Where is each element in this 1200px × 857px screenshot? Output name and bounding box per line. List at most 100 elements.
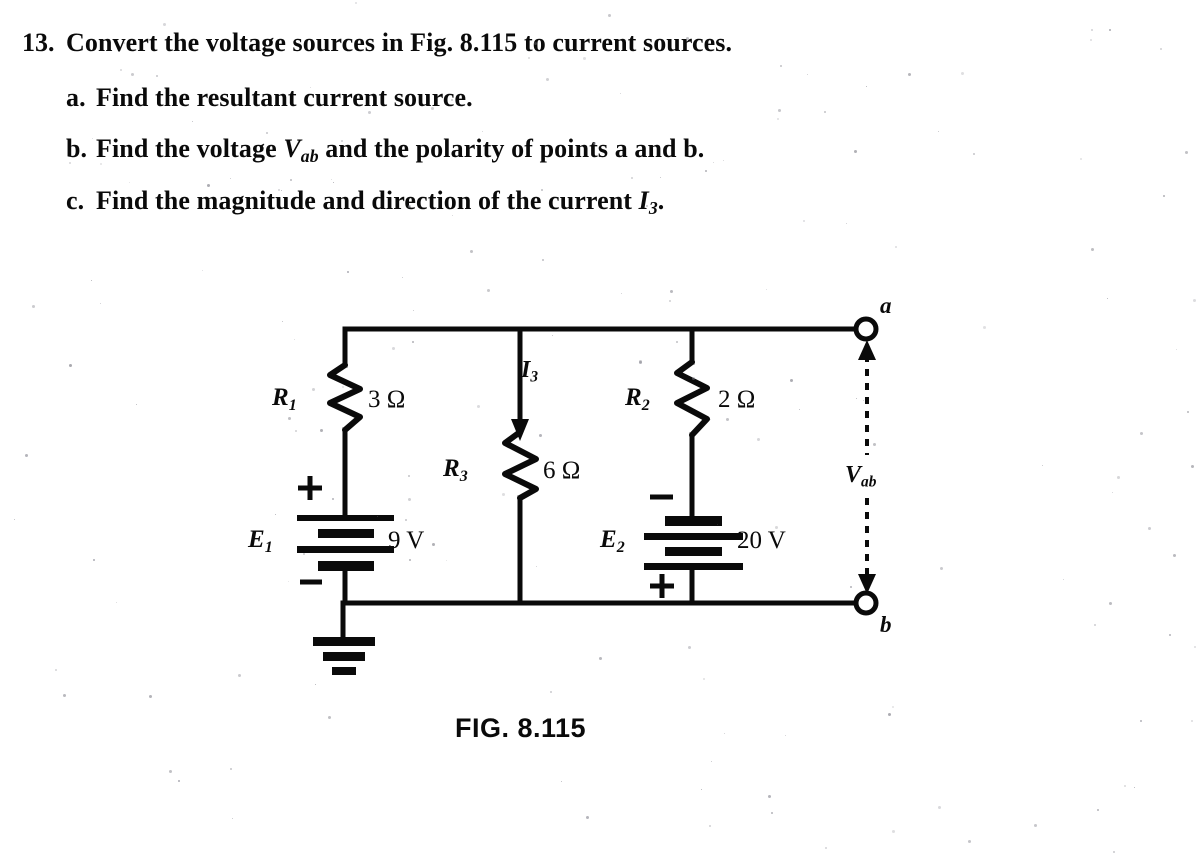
speckle (891, 829, 895, 833)
speckle (702, 678, 705, 681)
speckle (1091, 248, 1095, 252)
speckle (541, 188, 544, 191)
ground-bar-1 (313, 637, 375, 646)
speckle (99, 162, 102, 165)
problem-part-a: a. Find the resultant current source. (66, 83, 473, 113)
speckle (288, 580, 290, 582)
problem-part-c-symbol-subscript: 3 (648, 197, 658, 218)
speckle (1159, 48, 1162, 51)
speckle (451, 214, 453, 216)
problem-part-b: b. Find the voltage Vab and the polarity … (66, 134, 704, 167)
speckle (333, 181, 335, 183)
battery-E2-label: E2 (600, 526, 625, 556)
speckle (620, 292, 622, 294)
speckle (303, 553, 306, 556)
speckle (294, 430, 297, 433)
speckle (709, 418, 711, 420)
speckle (169, 769, 173, 773)
speckle (669, 300, 672, 303)
speckle (1133, 786, 1135, 788)
speckle (701, 789, 703, 791)
battery-E2-plate-short-1 (665, 516, 722, 526)
problem-stem: Convert the voltage sources in Fig. 8.11… (66, 28, 733, 57)
speckle (412, 309, 414, 311)
speckle (68, 161, 71, 164)
speckle (1123, 785, 1126, 788)
battery-E2-symbol (644, 516, 743, 570)
ground-bar-3 (332, 667, 356, 675)
speckle (855, 397, 857, 399)
terminal-node-b (853, 590, 879, 616)
speckle (135, 403, 137, 405)
speckle (545, 77, 549, 81)
battery-E1-polarity (298, 476, 322, 585)
speckle (293, 338, 295, 340)
circuit-figure: R1 3 Ω R2 2 Ω R3 6 Ω E1 9 V E2 20 V I3 a… (0, 0, 1200, 857)
resistor-R2-value: 2 Ω (718, 386, 756, 413)
speckle (551, 334, 553, 336)
speckle (1186, 410, 1189, 413)
speckle (230, 178, 232, 180)
battery-E1-value: 9 V (388, 527, 425, 554)
battery-E2-plate-long-2 (644, 563, 743, 570)
problem-part-c-text-post: . (657, 186, 665, 215)
speckle (527, 56, 530, 59)
speckle (93, 558, 96, 561)
speckle (120, 68, 123, 71)
speckle (1090, 28, 1093, 31)
speckle (201, 269, 203, 271)
speckle (347, 270, 349, 273)
speckle (560, 780, 562, 782)
speckle (237, 674, 241, 678)
speckle (863, 399, 865, 401)
speckle (825, 846, 828, 849)
speckle (725, 418, 729, 422)
scanned-textbook-page: 13. Convert the voltage sources in Fig. … (0, 0, 1200, 857)
speckle (1191, 464, 1195, 468)
speckle (712, 162, 714, 164)
speckle (155, 74, 158, 77)
speckle (13, 518, 15, 520)
battery-E2-value: 20 V (737, 527, 786, 554)
speckle (1116, 475, 1120, 479)
speckle (287, 417, 291, 421)
speckle (312, 387, 316, 391)
speckle (1148, 526, 1152, 530)
resistor-R2-symbol (674, 359, 710, 438)
speckle (802, 219, 805, 222)
problem-part-c-text-pre: Find the magnitude and direction of the … (96, 186, 639, 215)
speckle (960, 71, 964, 75)
speckle (63, 693, 67, 697)
speckle (1062, 578, 1064, 580)
speckle (676, 341, 679, 344)
speckle (908, 72, 912, 76)
speckle (412, 341, 415, 344)
speckle (1033, 823, 1037, 827)
speckle (583, 57, 587, 61)
resistor-R1-label: R1 (272, 384, 297, 414)
speckle (1080, 157, 1083, 160)
speckle (331, 178, 333, 180)
earth-ground-symbol (313, 637, 375, 675)
speckle (355, 2, 358, 5)
speckle (191, 120, 193, 122)
problem-part-c-symbol: I (638, 186, 649, 215)
battery-E1-label: E1 (248, 526, 273, 556)
battery-E1-plate-short-1 (318, 529, 374, 538)
speckle (691, 377, 695, 381)
speckle (775, 526, 779, 530)
speckle (770, 812, 773, 815)
problem-part-a-text: Find the resultant current source. (96, 83, 473, 112)
terminal-node-a (853, 316, 879, 342)
speckle (1041, 465, 1043, 467)
speckle (131, 73, 135, 77)
speckle (711, 760, 713, 762)
speckle (534, 41, 538, 45)
speckle (340, 139, 343, 142)
speckle (608, 13, 612, 17)
speckle (401, 276, 403, 278)
speckle (445, 559, 447, 561)
speckle (128, 181, 130, 183)
speckle (476, 404, 480, 408)
speckle (25, 454, 29, 458)
